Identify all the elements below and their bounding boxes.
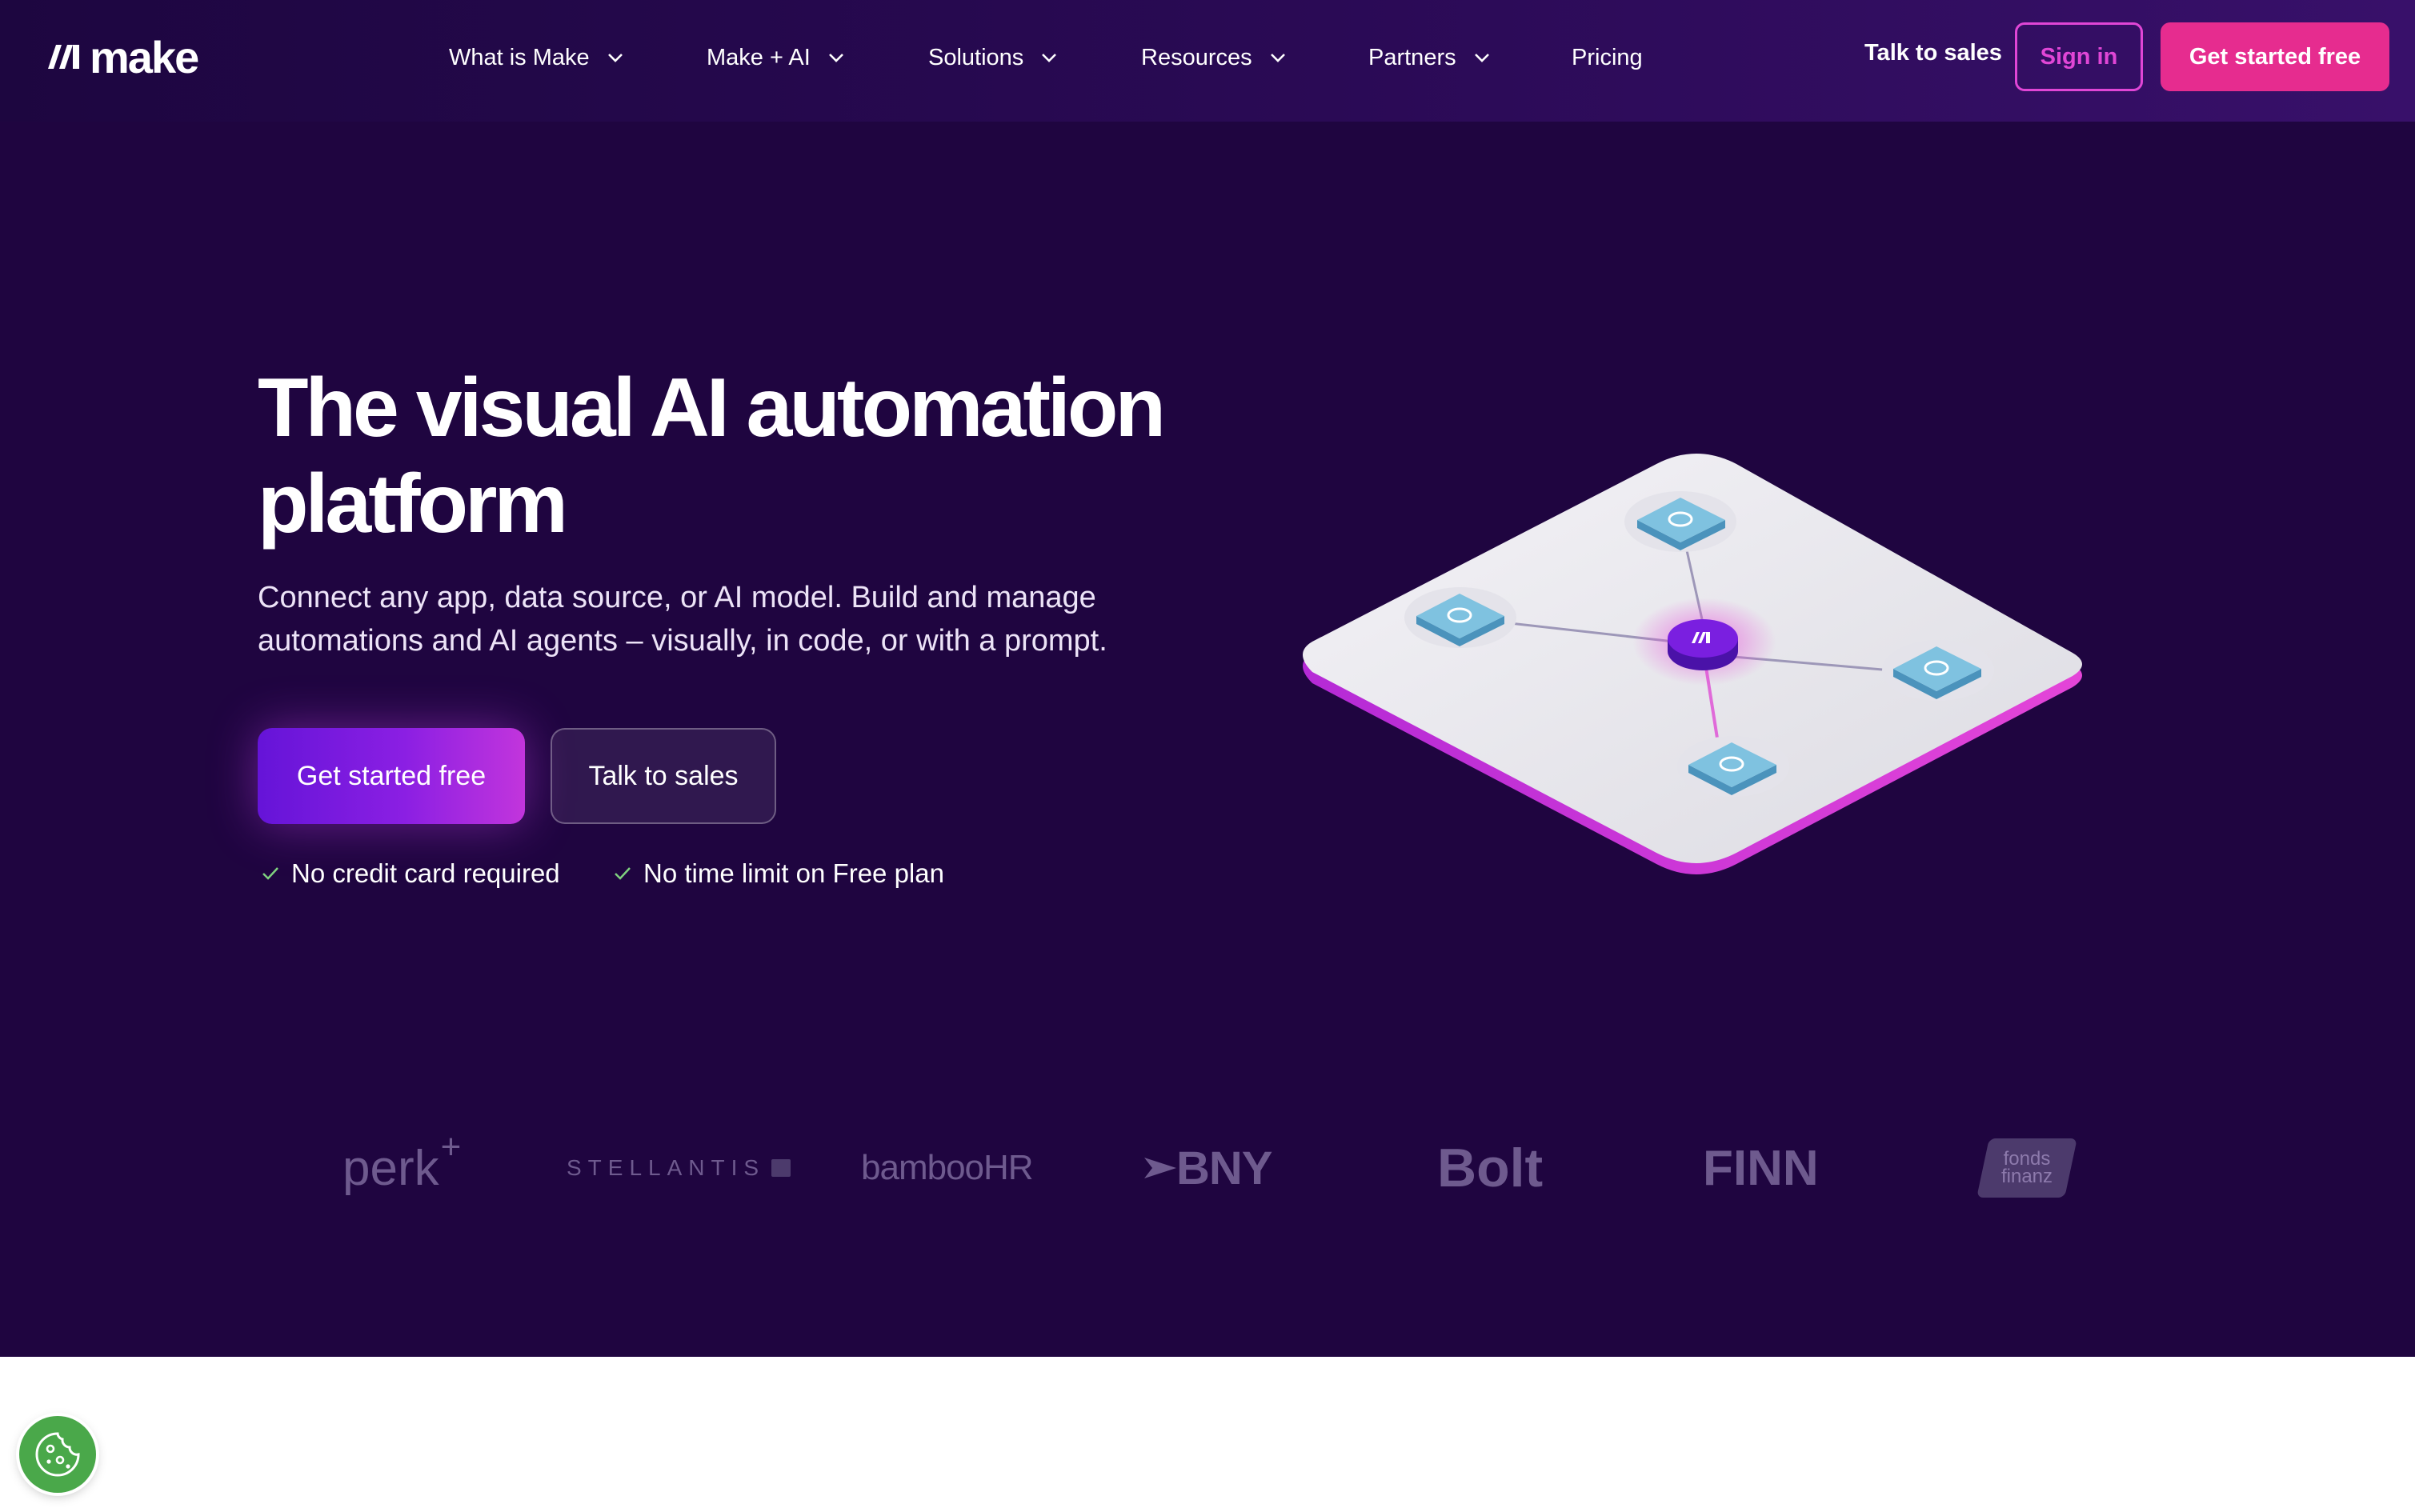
talk-to-sales-link[interactable]: Talk to sales [1864, 40, 2002, 66]
app-node-right [1882, 640, 1994, 701]
nav-make-ai-label: Make + AI [707, 44, 811, 70]
fonds-finanz-badge: fonds finanz [1976, 1138, 2077, 1198]
get-started-free-button[interactable]: Get started free [258, 728, 525, 824]
hero-subtitle-line2: automations and AI agents – visually, in… [258, 624, 1107, 658]
nav-what-is-make[interactable]: What is Make [449, 40, 623, 75]
top-navbar: make What is Make Make + AI Solutions Re… [0, 0, 2415, 122]
nav-make-ai[interactable]: Make + AI [707, 40, 844, 75]
finn-logo-text: FINN [1703, 1140, 1819, 1196]
hero-headline-line1: The visual AI automation [258, 362, 1166, 454]
app-node-bottom [1677, 736, 1789, 797]
nav-pricing-label: Pricing [1572, 44, 1643, 70]
bolt-logo-text: Bolt [1437, 1138, 1544, 1198]
nav-partners[interactable]: Partners [1368, 40, 1490, 75]
bolt-logo: Bolt [1437, 1120, 1549, 1216]
make-hub-node [1668, 619, 1738, 670]
bamboohr-logo: bambooHR [861, 1120, 1037, 1216]
stellantis-badge [771, 1159, 791, 1177]
no-time-limit-note: No time limit on Free plan [613, 856, 944, 891]
chevron-down-icon [1270, 54, 1285, 62]
perk-logo: perk + [342, 1120, 471, 1216]
make-logo-text: make [90, 31, 199, 82]
app-node-top [1624, 491, 1736, 552]
cookie-icon [35, 1432, 80, 1477]
customer-logos-strip: perk + STELLANTIS bambooHR BNY Bolt FINN… [320, 1120, 2113, 1216]
get-started-free-nav-button[interactable]: Get started free [2161, 22, 2389, 91]
talk-to-sales-button[interactable]: Talk to sales [551, 728, 776, 824]
nav-solutions[interactable]: Solutions [928, 40, 1057, 75]
nav-what-is-make-label: What is Make [449, 44, 590, 70]
no-credit-card-note: No credit card required [261, 856, 560, 891]
finn-logo: FINN [1703, 1120, 1823, 1216]
nav-resources[interactable]: Resources [1141, 40, 1286, 75]
nav-solutions-label: Solutions [928, 44, 1024, 70]
make-logo[interactable]: make [43, 29, 199, 85]
chevron-down-icon [607, 54, 623, 62]
bny-arrow-icon [1144, 1158, 1176, 1178]
stellantis-logo: STELLANTIS [567, 1120, 791, 1216]
checkmark-icon [262, 867, 278, 880]
bny-logo-text: BNY [1176, 1142, 1272, 1194]
hero-headline: The visual AI automation platform [258, 360, 1218, 552]
automation-scenario-illustration [1303, 454, 2082, 874]
hero-headline-line2: platform [258, 458, 568, 550]
bamboohr-logo-text: bambooHR [861, 1148, 1034, 1187]
no-credit-card-label: No credit card required [291, 858, 560, 888]
chevron-down-icon [828, 54, 843, 62]
hero-subtitle: Connect any app, data source, or AI mode… [258, 576, 1218, 662]
checkmark-icon [615, 867, 631, 880]
app-node-left [1404, 587, 1516, 648]
chevron-down-icon [1042, 54, 1057, 62]
perk-plus-mark: + [440, 1127, 462, 1166]
stellantis-logo-text: STELLANTIS [567, 1155, 766, 1180]
perk-logo-text: perk [342, 1140, 439, 1196]
nav-pricing[interactable]: Pricing [1572, 40, 1643, 75]
nav-resources-label: Resources [1141, 44, 1252, 70]
fonds-finanz-logo: fonds finanz [1976, 1120, 2079, 1216]
sign-in-button[interactable]: Sign in [2015, 22, 2143, 91]
hero-subtitle-line1: Connect any app, data source, or AI mode… [258, 581, 1096, 614]
bny-logo: BNY [1144, 1120, 1304, 1216]
fonds-finanz-logo-text: fonds finanz [2000, 1148, 2053, 1187]
nav-partners-label: Partners [1368, 44, 1456, 70]
no-time-limit-label: No time limit on Free plan [643, 858, 944, 888]
cookie-settings-button[interactable] [19, 1416, 96, 1493]
chevron-down-icon [1474, 54, 1489, 62]
make-logo-icon [43, 43, 82, 70]
